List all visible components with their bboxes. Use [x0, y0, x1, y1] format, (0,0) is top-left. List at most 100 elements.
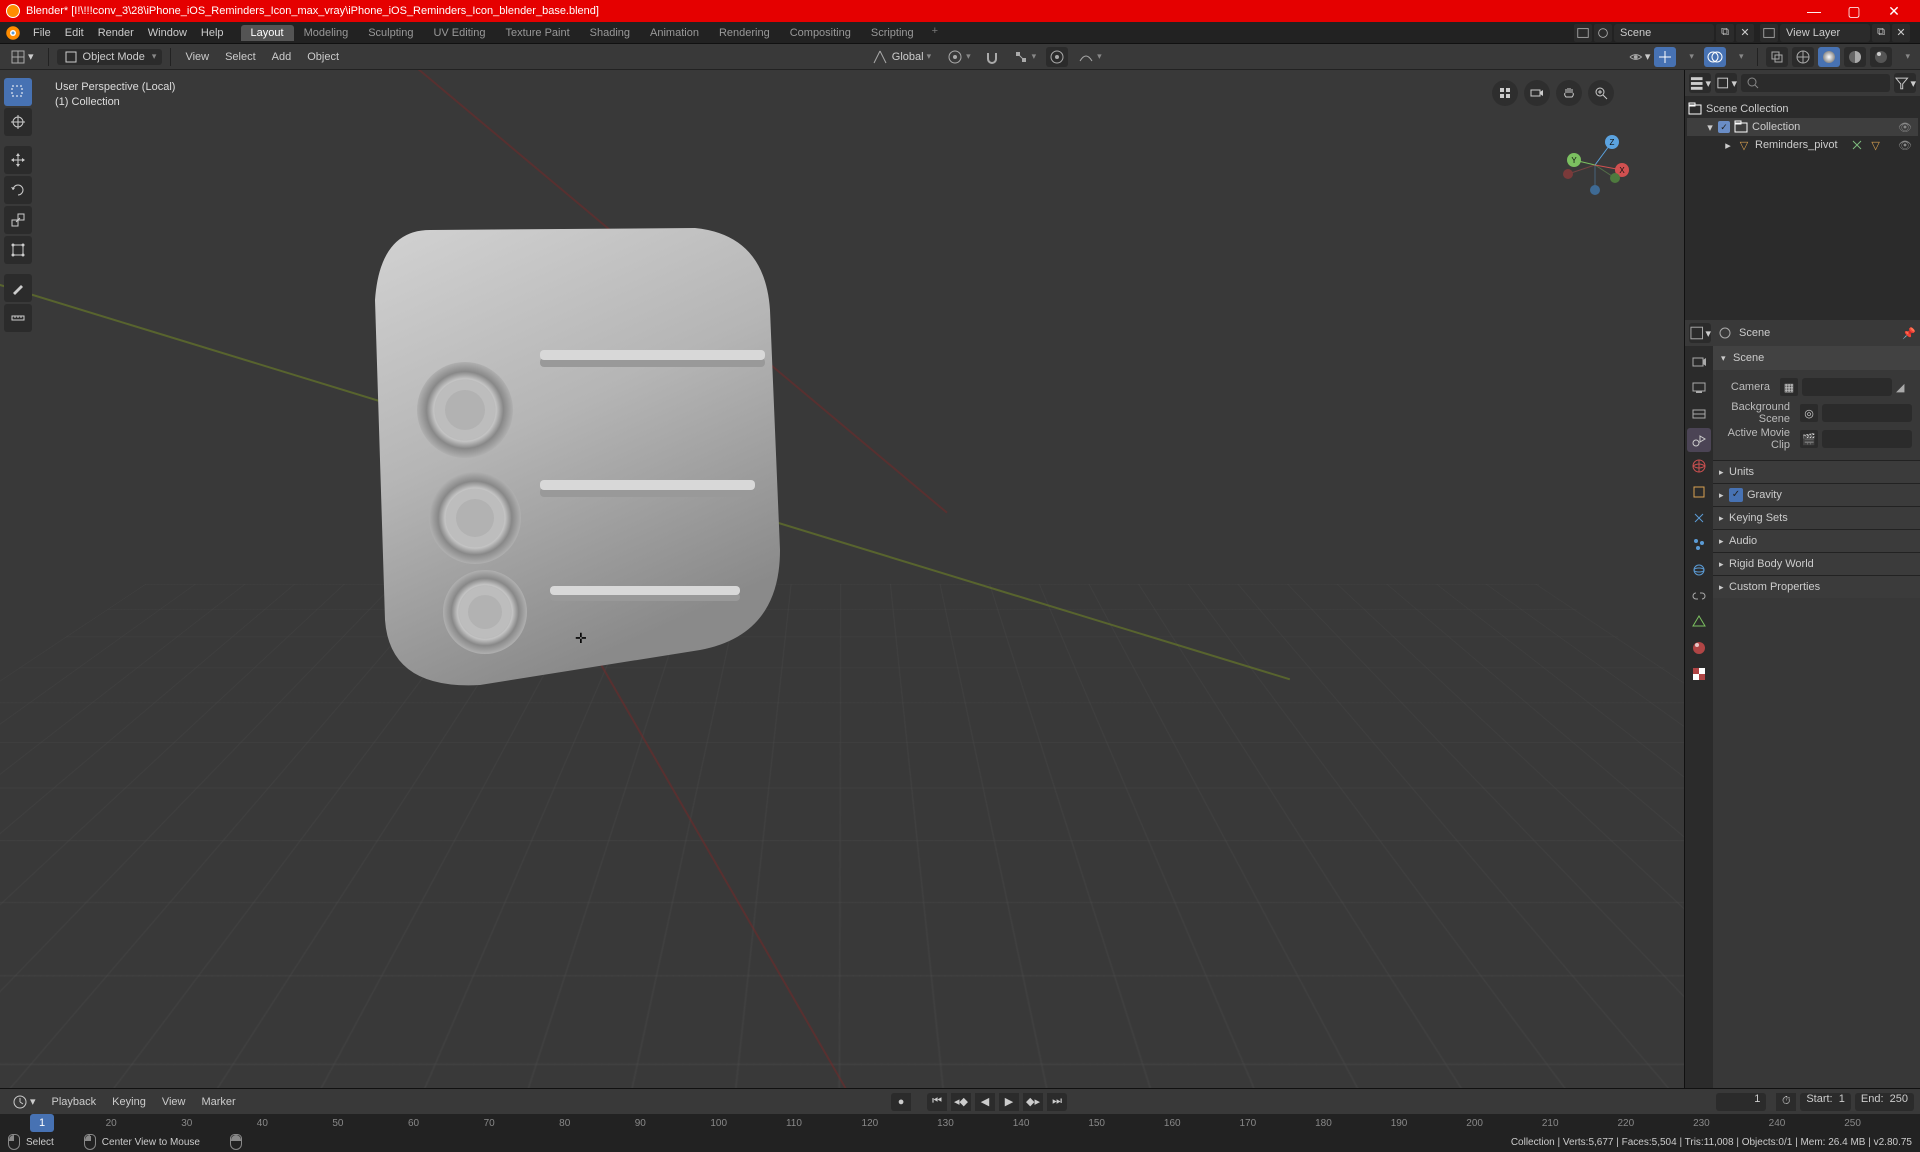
jump-to-start[interactable]: ⏮: [927, 1093, 947, 1111]
prop-tab-constraints[interactable]: [1687, 584, 1711, 608]
tool-cursor[interactable]: [4, 108, 32, 136]
tool-measure[interactable]: [4, 304, 32, 332]
menu-select-3d[interactable]: Select: [219, 47, 262, 67]
play-reverse[interactable]: ◀: [975, 1093, 995, 1111]
tool-rotate[interactable]: [4, 176, 32, 204]
editor-type-selector[interactable]: ▾: [4, 47, 40, 67]
pin-icon[interactable]: 📌: [1902, 327, 1916, 340]
properties-editor-type[interactable]: ▾: [1689, 323, 1711, 343]
panel-keying-sets[interactable]: ▸Keying Sets: [1713, 507, 1920, 529]
bg-scene-field[interactable]: [1822, 404, 1912, 422]
browse-scene-icon[interactable]: [1574, 24, 1592, 42]
outliner-collection[interactable]: ▾ ✓ Collection 👁: [1687, 118, 1918, 136]
prop-tab-world[interactable]: [1687, 454, 1711, 478]
new-view-layer-button[interactable]: ⧉: [1872, 24, 1890, 42]
timeline-menu-marker[interactable]: Marker: [195, 1092, 241, 1112]
proportional-toggle[interactable]: [1046, 47, 1068, 67]
visibility-icon[interactable]: 👁: [1898, 139, 1918, 152]
outliner-scene-collection[interactable]: Scene Collection: [1687, 100, 1918, 118]
panel-audio[interactable]: ▸Audio: [1713, 530, 1920, 552]
menu-add-3d[interactable]: Add: [266, 47, 298, 67]
current-frame-field[interactable]: 1: [1716, 1093, 1766, 1111]
panel-custom-props[interactable]: ▸Custom Properties: [1713, 576, 1920, 598]
jump-prev-keyframe[interactable]: ◂◆: [951, 1093, 971, 1111]
xray-toggle[interactable]: [1766, 47, 1788, 67]
mode-selector[interactable]: Object Mode: [57, 49, 163, 65]
timeline-menu-view[interactable]: View: [156, 1092, 192, 1112]
end-frame-field[interactable]: End: 250: [1855, 1093, 1914, 1111]
proportional-falloff[interactable]: [1072, 47, 1108, 67]
panel-gravity[interactable]: ▸✓Gravity: [1713, 484, 1920, 506]
delete-scene-button[interactable]: ✕: [1736, 24, 1754, 42]
menu-view-3d[interactable]: View: [179, 47, 215, 67]
gizmo-zoom-in[interactable]: [1588, 80, 1614, 106]
play[interactable]: ▶: [999, 1093, 1019, 1111]
timeline-editor-type[interactable]: ▾: [6, 1092, 42, 1112]
shading-rendered[interactable]: [1870, 47, 1892, 67]
delete-view-layer-button[interactable]: ✕: [1892, 24, 1910, 42]
visibility-selectability[interactable]: ▾: [1628, 47, 1650, 67]
maximize-button[interactable]: ▢: [1834, 3, 1874, 20]
minimize-button[interactable]: —: [1794, 3, 1834, 19]
menu-object-3d[interactable]: Object: [301, 47, 345, 67]
tab-rendering[interactable]: Rendering: [709, 25, 780, 41]
outliner-view-mode[interactable]: ▾: [1715, 73, 1737, 93]
prop-tab-scene[interactable]: [1687, 428, 1711, 452]
add-workspace-button[interactable]: +: [924, 25, 946, 41]
navigation-gizmo[interactable]: Z X Y: [1560, 130, 1630, 200]
timeline-menu-playback[interactable]: Playback: [46, 1092, 103, 1112]
tab-animation[interactable]: Animation: [640, 25, 709, 41]
browse-view-layer-icon[interactable]: [1760, 24, 1778, 42]
view-layer-name-field[interactable]: View Layer: [1780, 24, 1870, 42]
orientation-selector[interactable]: Global: [866, 47, 937, 67]
close-button[interactable]: ✕: [1874, 3, 1914, 20]
jump-next-keyframe[interactable]: ◆▸: [1023, 1093, 1043, 1111]
tool-scale[interactable]: [4, 206, 32, 234]
tab-layout[interactable]: Layout: [241, 25, 294, 41]
show-overlays-toggle[interactable]: [1704, 47, 1726, 67]
3d-viewport[interactable]: ✛ User Perspective (Local) (1) Collectio…: [0, 70, 1684, 1088]
disclosure-icon[interactable]: ▸: [1723, 139, 1733, 152]
outliner-filter[interactable]: ▾: [1894, 73, 1916, 93]
panel-rigid-body[interactable]: ▸Rigid Body World: [1713, 553, 1920, 575]
tab-sculpting[interactable]: Sculpting: [358, 25, 423, 41]
visibility-icon[interactable]: 👁: [1898, 121, 1918, 134]
movie-clip-field[interactable]: [1822, 430, 1912, 448]
pivot-selector[interactable]: [941, 47, 977, 67]
collection-exclude-checkbox[interactable]: ✓: [1718, 121, 1730, 133]
prop-tab-material[interactable]: [1687, 636, 1711, 660]
menu-window[interactable]: Window: [141, 27, 194, 39]
new-scene-button[interactable]: ⧉: [1716, 24, 1734, 42]
tool-move[interactable]: [4, 146, 32, 174]
start-frame-field[interactable]: Start: 1: [1800, 1093, 1851, 1111]
tab-shading[interactable]: Shading: [580, 25, 640, 41]
outliner-search[interactable]: [1741, 74, 1890, 92]
tab-compositing[interactable]: Compositing: [780, 25, 861, 41]
panel-scene-header[interactable]: ▾Scene: [1713, 346, 1920, 370]
tab-uv-editing[interactable]: UV Editing: [423, 25, 495, 41]
gravity-checkbox[interactable]: ✓: [1729, 488, 1743, 502]
eyedropper-icon[interactable]: ◢: [1896, 381, 1912, 394]
snap-toggle[interactable]: [981, 47, 1003, 67]
disclosure-icon[interactable]: ▾: [1705, 121, 1715, 134]
gizmo-camera[interactable]: [1524, 80, 1550, 106]
menu-edit[interactable]: Edit: [58, 27, 91, 39]
scene-name-field[interactable]: Scene: [1614, 24, 1714, 42]
prop-tab-texture[interactable]: [1687, 662, 1711, 686]
camera-field[interactable]: [1802, 378, 1892, 396]
prop-tab-render[interactable]: [1687, 350, 1711, 374]
menu-file[interactable]: File: [26, 27, 58, 39]
shading-options[interactable]: [1896, 47, 1916, 67]
outliner-tree[interactable]: Scene Collection ▾ ✓ Collection 👁 ▸ ▽ Re…: [1685, 96, 1920, 320]
prop-tab-view-layer[interactable]: [1687, 402, 1711, 426]
prop-tab-object[interactable]: [1687, 480, 1711, 504]
camera-datablock-icon[interactable]: ▦: [1780, 378, 1798, 396]
gizmo-options[interactable]: [1680, 47, 1700, 67]
tab-modeling[interactable]: Modeling: [294, 25, 359, 41]
auto-keying-toggle[interactable]: ●: [891, 1093, 911, 1111]
prop-tab-data[interactable]: [1687, 610, 1711, 634]
show-gizmo-toggle[interactable]: [1654, 47, 1676, 67]
gizmo-zoom[interactable]: [1492, 80, 1518, 106]
menu-render[interactable]: Render: [91, 27, 141, 39]
tool-transform[interactable]: [4, 236, 32, 264]
